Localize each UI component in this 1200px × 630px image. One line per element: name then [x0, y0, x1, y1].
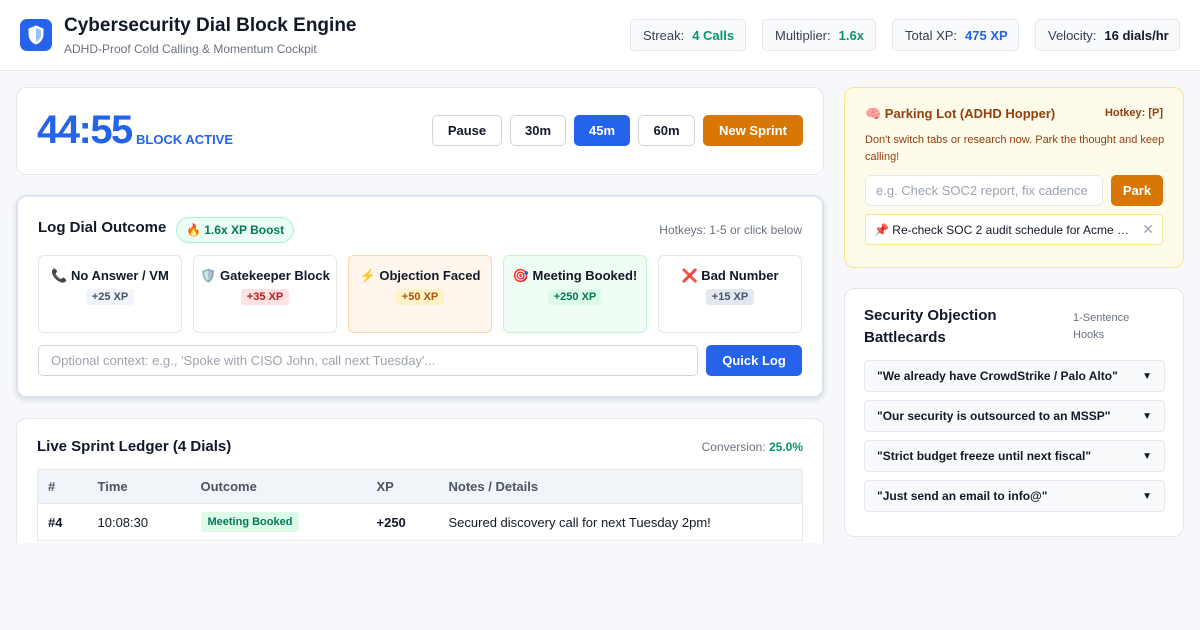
- outcome-label-text: No Answer / VM: [71, 268, 169, 283]
- table-row: #4 10:08:30 Meeting Booked +250 Secured …: [37, 503, 803, 541]
- chevron-down-icon: ▼: [1142, 370, 1152, 382]
- outcome-label: 📞 No Answer / VM: [39, 268, 181, 283]
- outcome-gatekeeper-button[interactable]: 🛡️ Gatekeeper Block +35 XP: [193, 255, 337, 333]
- conversion-value: 25.0%: [768, 440, 803, 454]
- shield-logo-icon: [20, 19, 52, 51]
- ledger-title: Live Sprint Ledger (4 Dials): [37, 438, 232, 455]
- parked-item-text: 📌 Re-check SOC 2 audit schedule for Acme…: [874, 222, 1135, 237]
- objection-text: "Strict budget freeze until next fiscal": [877, 449, 1092, 463]
- row-outcome: Meeting Booked: [190, 503, 367, 541]
- chevron-down-icon: ▼: [1142, 490, 1152, 502]
- outcome-label: 🎯 Meeting Booked!: [504, 268, 646, 283]
- pause-button[interactable]: Pause: [432, 115, 502, 146]
- stat-value: 475 XP: [965, 27, 1008, 43]
- multiplier-stat: Multiplier: 1.6x: [762, 19, 876, 51]
- app-header: Cybersecurity Dial Block Engine ADHD-Pro…: [0, 0, 1200, 71]
- parking-hotkey: Hotkey: [P]: [1104, 107, 1163, 119]
- outcome-xp: +50 XP: [395, 289, 445, 305]
- objection-accordion[interactable]: "We already have CrowdStrike / Palo Alto…: [864, 360, 1165, 392]
- hotkeys-hint: Hotkeys: 1-5 or click below: [659, 223, 802, 237]
- cross-icon: ❌: [681, 268, 698, 283]
- app-title: Cybersecurity Dial Block Engine: [64, 15, 357, 36]
- chevron-down-icon: ▼: [1142, 410, 1152, 422]
- row-time: 10:08:30: [87, 503, 191, 541]
- phone-icon: 📞: [51, 268, 68, 283]
- viewport-cutoff: [0, 543, 840, 630]
- parked-item: 📌 Re-check SOC 2 audit schedule for Acme…: [865, 214, 1163, 245]
- outcome-label: ❌ Bad Number: [659, 268, 801, 283]
- battlecards-panel: Security Objection Battlecards 1-Sentenc…: [844, 288, 1184, 537]
- outcome-badge: Meeting Booked: [200, 512, 300, 532]
- streak-stat: Streak: 4 Calls: [630, 19, 746, 51]
- new-sprint-button[interactable]: New Sprint: [703, 115, 803, 146]
- objection-accordion[interactable]: "Our security is outsourced to an MSSP" …: [864, 400, 1165, 432]
- log-outcome-panel: Log Dial Outcome 🔥 1.6x XP Boost Hotkeys…: [16, 195, 824, 398]
- outcome-xp: +35 XP: [240, 289, 290, 305]
- stat-label: Multiplier:: [775, 27, 831, 43]
- outcome-xp: +250 XP: [547, 289, 603, 305]
- battlecards-title: Security Objection Battlecards: [864, 307, 997, 346]
- conversion-label: Conversion:: [701, 440, 766, 454]
- xp-boost-badge: 🔥 1.6x XP Boost: [176, 217, 295, 243]
- park-button[interactable]: Park: [1111, 175, 1163, 206]
- outcome-xp: +25 XP: [85, 289, 135, 305]
- row-number: #4: [37, 503, 88, 541]
- stat-label: Velocity:: [1048, 27, 1097, 43]
- outcome-bad-number-button[interactable]: ❌ Bad Number +15 XP: [658, 255, 802, 333]
- countdown-timer: 44:55: [37, 108, 133, 152]
- outcome-xp: +15 XP: [705, 289, 755, 305]
- column-header: XP: [366, 469, 439, 504]
- context-input[interactable]: [38, 345, 698, 376]
- stat-label: Streak:: [643, 27, 685, 43]
- table-header-row: # Time Outcome XP Notes / Details: [37, 469, 803, 504]
- quick-log-button[interactable]: Quick Log: [706, 345, 802, 376]
- objection-accordion[interactable]: "Strict budget freeze until next fiscal"…: [864, 440, 1165, 472]
- sprint-ledger-panel: Live Sprint Ledger (4 Dials) Conversion:…: [16, 418, 824, 558]
- outcome-label-text: Meeting Booked!: [532, 268, 638, 283]
- ledger-table: # Time Outcome XP Notes / Details #4 10:…: [37, 469, 803, 541]
- lightning-icon: ⚡: [359, 268, 376, 283]
- outcome-label: 🛡️ Gatekeeper Block: [194, 268, 336, 283]
- duration-60m-button[interactable]: 60m: [638, 115, 695, 146]
- close-icon[interactable]: ✕: [1142, 221, 1154, 238]
- outcome-objection-button[interactable]: ⚡ Objection Faced +50 XP: [348, 255, 492, 333]
- outcome-label-text: Bad Number: [701, 268, 779, 283]
- column-header: Notes / Details: [438, 469, 803, 504]
- outcome-meeting-booked-button[interactable]: 🎯 Meeting Booked! +250 XP: [503, 255, 647, 333]
- target-icon: 🎯: [512, 268, 529, 283]
- stat-value: 16 dials/hr: [1104, 27, 1169, 43]
- outcome-label-text: Gatekeeper Block: [219, 268, 330, 283]
- stat-value: 1.6x: [838, 27, 864, 43]
- parking-lot-title: 🧠 Parking Lot (ADHD Hopper): [865, 106, 1056, 121]
- column-header: #: [37, 469, 88, 504]
- total-xp-stat: Total XP: 475 XP: [892, 19, 1019, 51]
- velocity-stat: Velocity: 16 dials/hr: [1035, 19, 1180, 51]
- column-header: Time: [87, 469, 191, 504]
- battlecards-hint: 1-Sentence Hooks: [1073, 312, 1130, 341]
- block-status: BLOCK ACTIVE: [136, 132, 234, 147]
- stat-value: 4 Calls: [692, 27, 735, 43]
- duration-30m-button[interactable]: 30m: [510, 115, 566, 146]
- outcome-no-answer-button[interactable]: 📞 No Answer / VM +25 XP: [38, 255, 182, 333]
- stat-label: Total XP:: [905, 27, 958, 43]
- parking-lot-panel: 🧠 Parking Lot (ADHD Hopper) Hotkey: [P] …: [844, 87, 1184, 268]
- column-header: Outcome: [190, 469, 367, 504]
- objection-text: "Our security is outsourced to an MSSP": [877, 409, 1111, 423]
- parking-description: Don't switch tabs or research now. Park …: [865, 134, 1165, 163]
- conversion-rate: Conversion: 25.0%: [702, 440, 803, 454]
- timer-panel: 44:55 BLOCK ACTIVE Pause 30m 45m 60m New…: [16, 87, 824, 175]
- duration-45m-button[interactable]: 45m: [574, 115, 630, 146]
- objection-accordion[interactable]: "Just send an email to info@" ▼: [864, 480, 1165, 512]
- outcome-label: ⚡ Objection Faced: [349, 268, 491, 283]
- chevron-down-icon: ▼: [1142, 450, 1152, 462]
- row-notes: Secured discovery call for next Tuesday …: [438, 503, 803, 541]
- parking-input[interactable]: [865, 175, 1103, 206]
- app-subtitle: ADHD-Proof Cold Calling & Momentum Cockp…: [64, 42, 317, 56]
- objection-text: "Just send an email to info@": [877, 489, 1048, 503]
- log-title: Log Dial Outcome: [38, 219, 167, 236]
- objection-text: "We already have CrowdStrike / Palo Alto…: [877, 369, 1118, 383]
- shield-icon: 🛡️: [200, 268, 217, 283]
- outcome-label-text: Objection Faced: [379, 268, 481, 283]
- row-xp: +250: [366, 503, 439, 541]
